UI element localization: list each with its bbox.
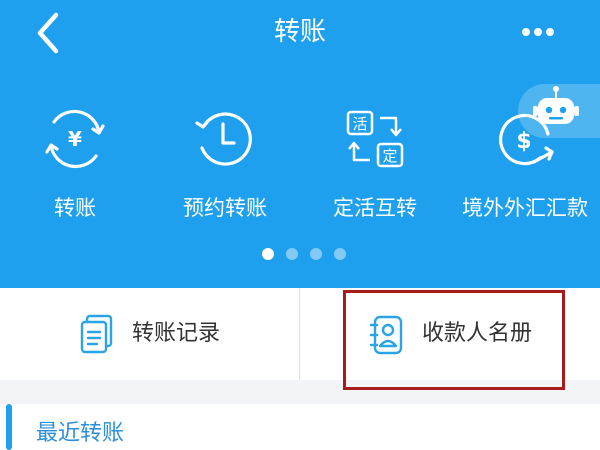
function-label: 预约转账: [183, 196, 267, 220]
quick-actions-row: 转账记录 收款人名册: [0, 288, 600, 380]
section-accent-bar: [6, 404, 12, 450]
contact-book-icon: [369, 315, 403, 355]
back-button[interactable]: [28, 8, 68, 58]
function-label: 境外外汇汇款: [462, 196, 588, 220]
more-dots-icon: [522, 28, 554, 36]
page-title: 转账: [273, 17, 326, 47]
page-dot[interactable]: [334, 248, 346, 260]
function-label: 转账: [54, 196, 96, 220]
clock-icon: [195, 112, 252, 166]
function-label: 定活互转: [333, 196, 417, 220]
fixed-current-swap-icon: 活 定: [346, 110, 404, 168]
page-indicator: [262, 248, 352, 262]
swap-glyph-top: 活: [352, 115, 367, 133]
document-icon: [80, 314, 113, 354]
payee-directory-button[interactable]: 收款人名册: [300, 288, 600, 380]
section-title: 最近转账: [36, 421, 125, 446]
svg-text:$: $: [516, 129, 531, 154]
transfer-records-button[interactable]: 转账记录: [0, 288, 299, 380]
header-banner: 转账 ¥ 转账 预约转账 活 定 定活互转 $ 境外外汇汇款: [0, 0, 600, 288]
dollar-transfer-icon: $: [499, 113, 554, 166]
yen-cycle-icon: ¥: [45, 109, 105, 169]
action-label: 收款人名册: [422, 321, 533, 346]
svg-text:¥: ¥: [68, 127, 82, 151]
swap-glyph-bottom: 定: [382, 147, 397, 165]
page-dot[interactable]: [286, 248, 298, 260]
recent-transfers-section: 最近转账: [0, 404, 600, 450]
top-navigation-bar: 转账: [0, 0, 600, 66]
action-label: 转账记录: [132, 321, 221, 346]
chevron-left-icon: [37, 12, 59, 54]
function-transfer[interactable]: ¥ 转账: [0, 100, 150, 240]
function-overseas-remittance[interactable]: $ 境外外汇汇款: [450, 100, 600, 240]
page-dot-active[interactable]: [262, 248, 274, 260]
more-button[interactable]: [516, 18, 560, 46]
page-dot[interactable]: [310, 248, 322, 260]
function-scheduled-transfer[interactable]: 预约转账: [150, 100, 300, 240]
function-fixed-current-swap[interactable]: 活 定 定活互转: [300, 100, 450, 240]
